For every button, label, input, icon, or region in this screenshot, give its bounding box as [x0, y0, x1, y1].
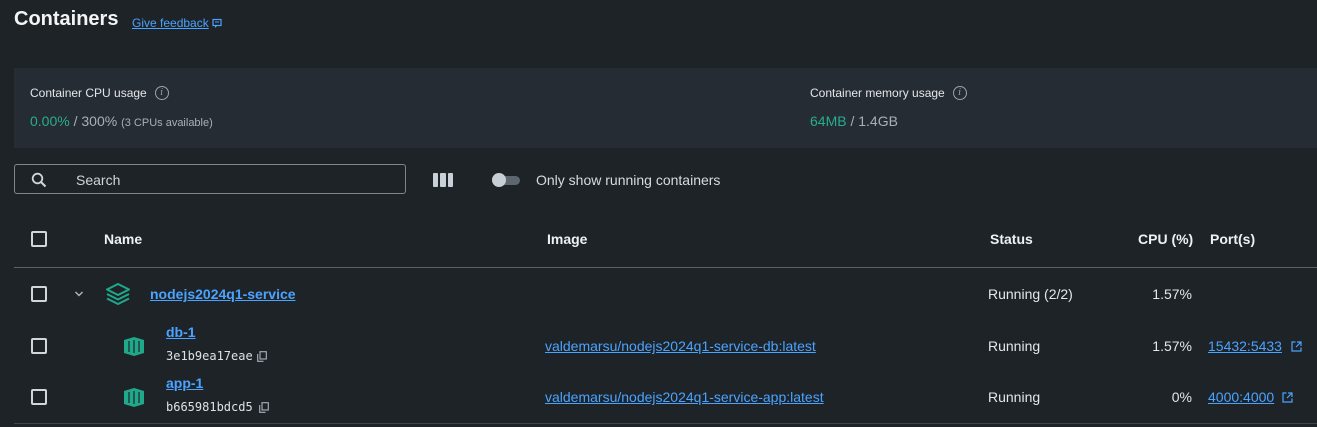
row-checkbox[interactable] — [31, 338, 47, 354]
cpu-usage-label: Container CPU usage — [30, 86, 147, 100]
memory-usage-value: 64MB / 1.4GB — [810, 113, 898, 129]
usage-stats-panel: Container CPU usage i 0.00% / 300% (3 CP… — [14, 68, 1317, 148]
cpu-used-value: 0.00% — [30, 113, 70, 129]
memory-used-value: 64MB — [810, 113, 847, 129]
container-icon — [124, 388, 144, 407]
memory-usage-label: Container memory usage — [810, 86, 945, 100]
info-icon[interactable]: i — [952, 86, 967, 100]
container-name-link[interactable]: app-1 — [166, 375, 203, 391]
table-row-group: nodejs2024q1-service Running (2/2) 1.57% — [0, 270, 1317, 318]
table-row: db-1 3e1b9ea17eae valdemarsu/nodejs2024q… — [0, 320, 1317, 370]
cpu-separator: / — [69, 113, 82, 129]
memory-usage-label-row: Container memory usage i — [810, 86, 967, 100]
external-link-icon[interactable] — [1291, 341, 1302, 352]
container-cpu: 0% — [1171, 389, 1192, 405]
column-header-cpu[interactable]: CPU (%) — [1138, 231, 1193, 247]
column-header-status[interactable]: Status — [990, 231, 1033, 247]
row-checkbox[interactable] — [31, 389, 47, 405]
container-id: b665981bdcd5 — [166, 400, 253, 414]
cpu-available-note: (3 CPUs available) — [121, 117, 213, 129]
memory-total-value: 1.4GB — [858, 113, 898, 129]
table-row: app-1 b665981bdcd5 valdemarsu/nodejs2024… — [0, 371, 1317, 421]
container-id: 3e1b9ea17eae — [166, 349, 253, 363]
running-only-toggle[interactable] — [492, 173, 521, 187]
container-status: Running — [988, 338, 1041, 354]
give-feedback-link[interactable]: Give feedback — [132, 16, 223, 30]
feedback-icon — [212, 18, 222, 28]
search-icon — [31, 172, 47, 188]
external-link-icon[interactable] — [1282, 392, 1293, 403]
group-cpu: 1.57% — [1152, 286, 1192, 302]
memory-separator: / — [846, 113, 859, 129]
row-checkbox[interactable] — [31, 286, 47, 302]
running-only-label: Only show running containers — [536, 172, 721, 188]
page-title: Containers — [14, 8, 119, 30]
cpu-usage-value: 0.00% / 300% (3 CPUs available) — [30, 113, 213, 129]
column-header-ports[interactable]: Port(s) — [1210, 231, 1255, 247]
cpu-usage-label-row: Container CPU usage i — [30, 86, 169, 100]
container-name-link[interactable]: db-1 — [166, 324, 196, 340]
header-divider — [14, 267, 1317, 268]
compose-stack-icon — [106, 283, 130, 305]
container-port-link[interactable]: 15432:5433 — [1208, 338, 1282, 354]
group-status: Running (2/2) — [988, 286, 1073, 302]
cpu-total-value: 300% — [81, 113, 118, 129]
search-input[interactable]: Search — [14, 164, 406, 194]
column-header-name[interactable]: Name — [104, 231, 142, 247]
select-all-checkbox[interactable] — [31, 231, 47, 247]
info-icon[interactable]: i — [154, 86, 169, 100]
group-name-link[interactable]: nodejs2024q1-service — [150, 286, 296, 302]
container-image-link[interactable]: valdemarsu/nodejs2024q1-service-db:lates… — [545, 338, 816, 354]
chevron-down-icon[interactable] — [74, 290, 84, 298]
search-placeholder: Search — [76, 172, 121, 188]
table-bottom-divider — [14, 423, 1317, 424]
copy-icon[interactable] — [257, 351, 267, 362]
give-feedback-label: Give feedback — [132, 16, 209, 30]
column-header-image[interactable]: Image — [547, 231, 587, 247]
container-cpu: 1.57% — [1152, 338, 1192, 354]
copy-icon[interactable] — [259, 402, 269, 413]
columns-icon[interactable] — [433, 173, 453, 187]
container-port-link[interactable]: 4000:4000 — [1208, 389, 1274, 405]
container-image-link[interactable]: valdemarsu/nodejs2024q1-service-app:late… — [545, 389, 824, 405]
container-status: Running — [988, 389, 1041, 405]
container-icon — [124, 337, 144, 356]
